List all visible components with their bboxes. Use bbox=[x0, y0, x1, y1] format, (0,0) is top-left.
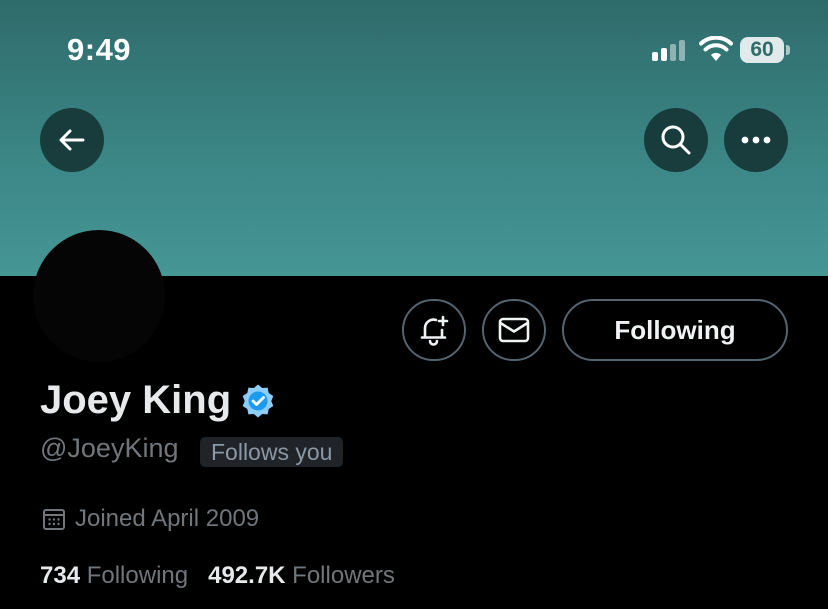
followers-stat[interactable]: 492.7K Followers bbox=[208, 562, 395, 590]
search-button[interactable] bbox=[644, 108, 708, 172]
followers-count: 492.7K bbox=[208, 562, 286, 589]
following-button[interactable]: Following bbox=[562, 299, 788, 361]
back-button[interactable] bbox=[40, 108, 104, 172]
search-icon bbox=[661, 125, 691, 155]
status-time: 9:49 bbox=[67, 32, 132, 67]
follow-stats: 734 Following 492.7K Followers bbox=[40, 562, 395, 590]
avatar[interactable] bbox=[33, 230, 165, 362]
bell-plus-icon bbox=[420, 315, 449, 346]
joined-text: Joined April 2009 bbox=[75, 505, 260, 532]
profile-name-row: Joey King bbox=[40, 378, 275, 423]
profile-handle: @JoeyKing bbox=[40, 433, 179, 463]
battery-level: 60 bbox=[750, 38, 774, 61]
battery-tip bbox=[786, 45, 790, 55]
battery-indicator: 60 bbox=[740, 37, 784, 63]
notifications-button[interactable] bbox=[402, 299, 466, 361]
message-button[interactable] bbox=[482, 299, 546, 361]
cellular-signal-icon bbox=[652, 40, 685, 61]
mail-icon bbox=[498, 317, 530, 343]
more-options-button[interactable] bbox=[724, 108, 788, 172]
following-count: 734 bbox=[40, 562, 81, 589]
following-stat[interactable]: 734 Following bbox=[40, 562, 188, 590]
wifi-icon bbox=[699, 36, 733, 61]
verified-badge-icon[interactable] bbox=[241, 384, 275, 418]
more-icon bbox=[741, 136, 771, 144]
following-label: Following bbox=[86, 562, 189, 589]
followers-label: Followers bbox=[292, 562, 395, 589]
follows-you-badge: Follows you bbox=[200, 437, 344, 467]
calendar-icon bbox=[43, 509, 65, 530]
joined-date: Joined April 2009 bbox=[42, 505, 259, 533]
back-arrow-icon bbox=[59, 129, 85, 151]
profile-name: Joey King bbox=[40, 378, 232, 422]
